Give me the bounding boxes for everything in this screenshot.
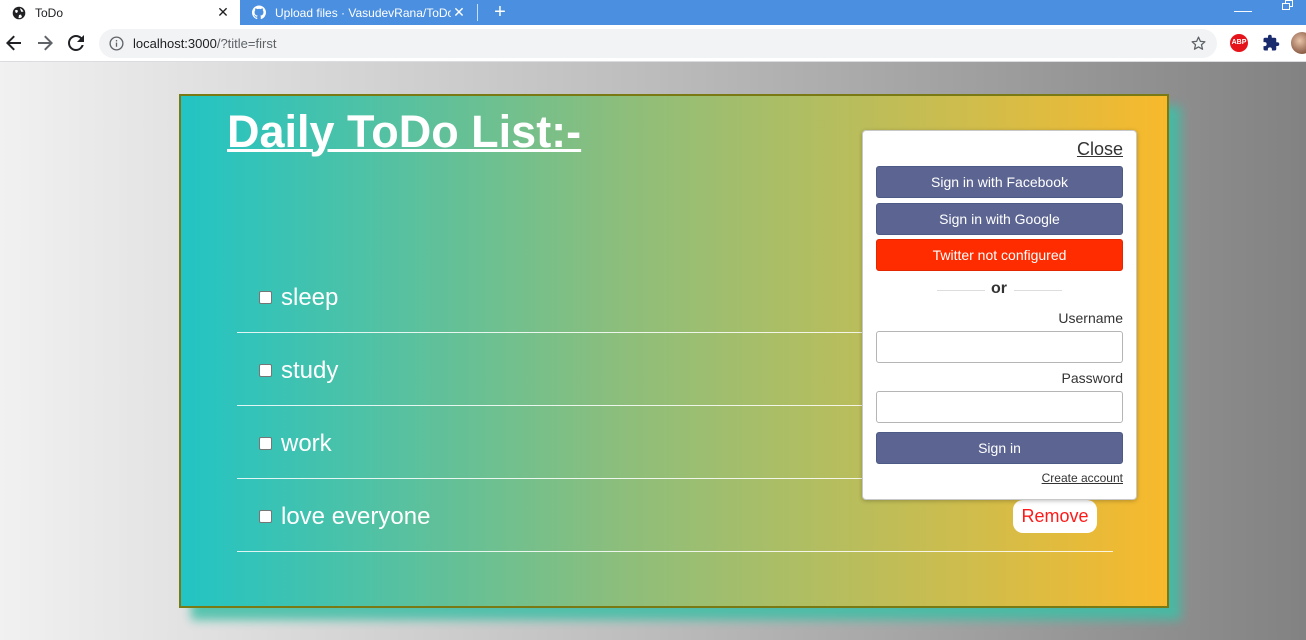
password-field[interactable] bbox=[876, 391, 1123, 423]
signin-button[interactable]: Sign in bbox=[876, 432, 1123, 464]
info-icon[interactable] bbox=[109, 36, 124, 51]
password-label: Password bbox=[1061, 370, 1123, 386]
profile-avatar[interactable] bbox=[1291, 32, 1306, 54]
facebook-signin-button[interactable]: Sign in with Facebook bbox=[876, 166, 1123, 198]
forward-icon[interactable] bbox=[33, 31, 57, 55]
todo-text: sleep bbox=[281, 284, 339, 311]
close-link[interactable]: Close bbox=[1077, 139, 1123, 160]
extensions-puzzle-icon[interactable] bbox=[1262, 34, 1280, 52]
login-popup: Close Sign in with Facebook Sign in with… bbox=[862, 130, 1137, 500]
close-tab-icon[interactable]: ✕ bbox=[452, 5, 466, 19]
todo-checkbox[interactable] bbox=[259, 437, 272, 450]
github-icon bbox=[252, 5, 266, 20]
divider-line bbox=[937, 290, 985, 291]
tab-strip: ToDo ✕ Upload files · VasudevRana/ToDo ✕… bbox=[0, 0, 1306, 25]
tab-title: Upload files · VasudevRana/ToDo bbox=[275, 5, 451, 20]
restore-icon[interactable] bbox=[1282, 0, 1294, 10]
new-tab-icon[interactable]: + bbox=[490, 0, 510, 25]
or-divider: or bbox=[937, 280, 1062, 300]
todo-checkbox[interactable] bbox=[259, 364, 272, 377]
page-background: Daily ToDo List:- sleep study work love … bbox=[0, 62, 1306, 640]
browser-toolbar: localhost:3000/?title=first ABP bbox=[0, 25, 1306, 62]
adblock-plus-icon[interactable]: ABP bbox=[1230, 34, 1248, 52]
close-tab-icon[interactable]: ✕ bbox=[216, 5, 230, 19]
remove-button[interactable]: Remove bbox=[1013, 500, 1097, 533]
todo-checkbox[interactable] bbox=[259, 510, 272, 523]
tab-todo[interactable]: ToDo ✕ bbox=[0, 0, 240, 25]
bookmark-star-icon[interactable] bbox=[1190, 35, 1207, 52]
back-icon[interactable] bbox=[2, 31, 26, 55]
todo-checkbox[interactable] bbox=[259, 291, 272, 304]
twitter-signin-button[interactable]: Twitter not configured bbox=[876, 239, 1123, 271]
divider-line bbox=[1014, 290, 1062, 291]
reload-icon[interactable] bbox=[64, 31, 88, 55]
username-label: Username bbox=[1058, 310, 1123, 326]
todo-text: work bbox=[281, 430, 332, 457]
address-bar[interactable]: localhost:3000/?title=first bbox=[99, 29, 1217, 58]
or-text: or bbox=[991, 280, 1007, 297]
minimize-icon[interactable] bbox=[1234, 0, 1252, 12]
username-field[interactable] bbox=[876, 331, 1123, 363]
google-signin-button[interactable]: Sign in with Google bbox=[876, 203, 1123, 235]
todo-text: study bbox=[281, 357, 339, 384]
tab-upload-files[interactable]: Upload files · VasudevRana/ToDo ✕ bbox=[240, 0, 478, 25]
globe-icon bbox=[12, 6, 26, 20]
tab-separator bbox=[477, 4, 478, 21]
url-text: localhost:3000/?title=first bbox=[133, 36, 277, 51]
page-title: Daily ToDo List:- bbox=[227, 106, 582, 157]
todo-text: love everyone bbox=[281, 503, 431, 530]
tab-title: ToDo bbox=[35, 5, 64, 20]
create-account-link[interactable]: Create account bbox=[1042, 471, 1123, 485]
